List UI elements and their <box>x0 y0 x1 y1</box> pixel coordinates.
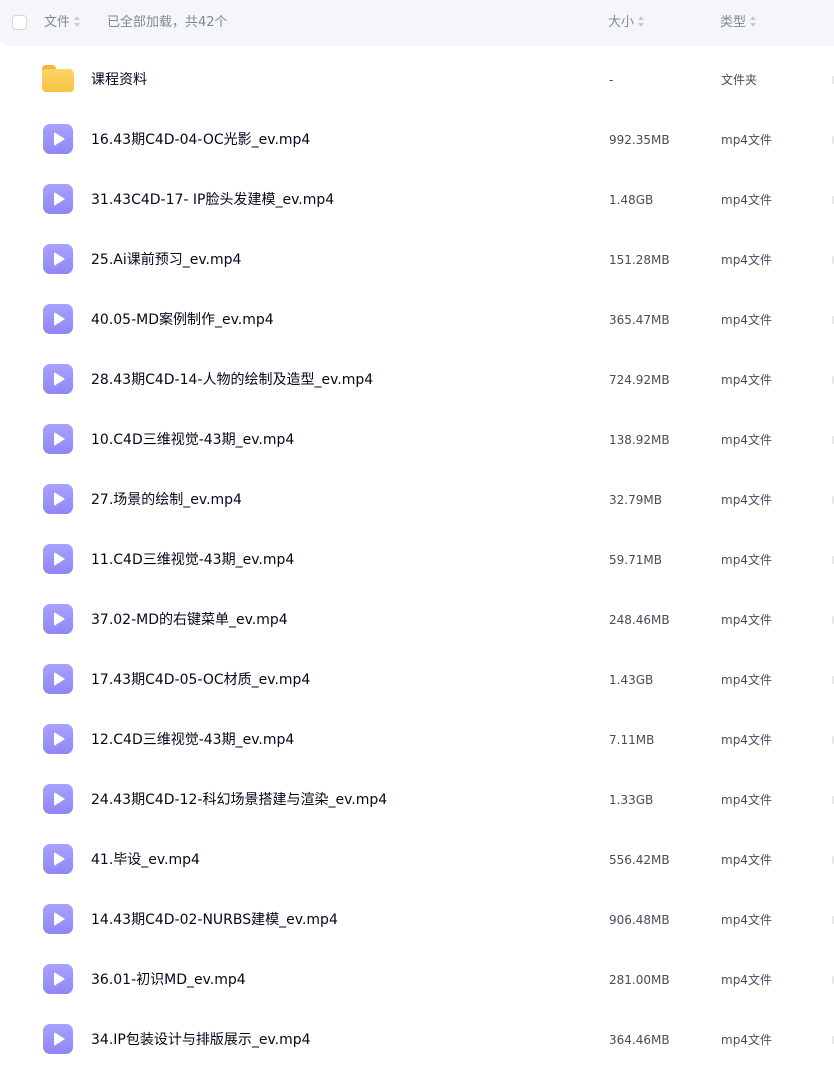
file-row[interactable]: 17.43期C4D-05-OC材质_ev.mp4 1.43GB mp4文件 <box>0 650 834 710</box>
file-type: mp4文件 <box>721 433 772 447</box>
file-size: - <box>609 73 614 87</box>
video-file-icon <box>43 544 73 574</box>
file-row[interactable]: 31.43C4D-17- IP脸头发建模_ev.mp4 1.48GB mp4文件 <box>0 170 834 230</box>
file-name[interactable]: 31.43C4D-17- IP脸头发建模_ev.mp4 <box>91 190 334 210</box>
file-type: mp4文件 <box>721 313 772 327</box>
file-name[interactable]: 11.C4D三维视觉-43期_ev.mp4 <box>91 550 294 570</box>
video-file-icon <box>43 724 73 754</box>
file-size: 32.79MB <box>609 493 662 507</box>
file-type: mp4文件 <box>721 613 772 627</box>
column-header-name[interactable]: 文件 <box>44 14 81 32</box>
file-name[interactable]: 课程资料 <box>91 70 147 90</box>
file-name[interactable]: 41.毕设_ev.mp4 <box>91 850 200 870</box>
file-row[interactable]: 27.场景的绘制_ev.mp4 32.79MB mp4文件 <box>0 470 834 530</box>
file-size: 1.33GB <box>609 793 654 807</box>
file-row[interactable]: 28.43期C4D-14-人物的绘制及造型_ev.mp4 724.92MB mp4文… <box>0 350 834 410</box>
file-type: mp4文件 <box>721 1033 772 1047</box>
file-row[interactable]: 41.毕设_ev.mp4 556.42MB mp4文件 <box>0 830 834 890</box>
video-file-icon <box>43 604 73 634</box>
sort-icon <box>750 16 757 27</box>
file-size: 248.46MB <box>609 613 670 627</box>
file-type: mp4文件 <box>721 733 772 747</box>
file-name[interactable]: 17.43期C4D-05-OC材质_ev.mp4 <box>91 670 310 690</box>
file-type: mp4文件 <box>721 133 772 147</box>
file-row[interactable]: 课程资料 - 文件夹 <box>0 50 834 110</box>
file-name[interactable]: 25.Ai课前预习_ev.mp4 <box>91 250 241 270</box>
file-type: mp4文件 <box>721 793 772 807</box>
video-file-icon <box>43 124 73 154</box>
file-name[interactable]: 24.43期C4D-12-科幻场景搭建与渲染_ev.mp4 <box>91 790 387 810</box>
file-type: mp4文件 <box>721 373 772 387</box>
file-size: 1.43GB <box>609 673 654 687</box>
file-name[interactable]: 34.IP包装设计与排版展示_ev.mp4 <box>91 1030 311 1050</box>
video-file-icon <box>43 904 73 934</box>
file-row[interactable]: 12.C4D三维视觉-43期_ev.mp4 7.11MB mp4文件 <box>0 710 834 770</box>
file-row[interactable]: 11.C4D三维视觉-43期_ev.mp4 59.71MB mp4文件 <box>0 530 834 590</box>
video-file-icon <box>43 784 73 814</box>
folder-body <box>42 69 74 92</box>
video-file-icon <box>43 364 73 394</box>
file-type: mp4文件 <box>721 853 772 867</box>
file-row[interactable]: 10.C4D三维视觉-43期_ev.mp4 138.92MB mp4文件 <box>0 410 834 470</box>
video-file-icon <box>43 184 73 214</box>
file-size: 364.46MB <box>609 1033 670 1047</box>
file-name[interactable]: 40.05-MD案例制作_ev.mp4 <box>91 310 274 330</box>
file-type: mp4文件 <box>721 973 772 987</box>
video-file-icon <box>43 304 73 334</box>
file-row[interactable]: 34.IP包装设计与排版展示_ev.mp4 364.46MB mp4文件 <box>0 1010 834 1070</box>
video-file-icon <box>43 424 73 454</box>
file-size: 7.11MB <box>609 733 655 747</box>
select-all-checkbox[interactable] <box>12 15 27 30</box>
column-header-type[interactable]: 类型 <box>720 14 757 32</box>
file-size: 365.47MB <box>609 313 670 327</box>
file-name[interactable]: 12.C4D三维视觉-43期_ev.mp4 <box>91 730 294 750</box>
file-list-header: 文件 已全部加载，共42个 大小 类型 <box>0 0 834 46</box>
load-status: 已全部加载，共42个 <box>107 15 228 30</box>
file-type: mp4文件 <box>721 493 772 507</box>
video-file-icon <box>43 244 73 274</box>
file-row[interactable]: 36.01-初识MD_ev.mp4 281.00MB mp4文件 <box>0 950 834 1010</box>
file-row[interactable]: 16.43期C4D-04-OC光影_ev.mp4 992.35MB mp4文件 <box>0 110 834 170</box>
file-name[interactable]: 16.43期C4D-04-OC光影_ev.mp4 <box>91 130 310 150</box>
file-type: mp4文件 <box>721 253 772 267</box>
video-file-icon <box>43 664 73 694</box>
file-type: 文件夹 <box>721 73 758 87</box>
folder-icon <box>42 65 74 92</box>
file-row[interactable]: 37.02-MD的右键菜单_ev.mp4 248.46MB mp4文件 <box>0 590 834 650</box>
file-list: 课程资料 - 文件夹 16.43期C4D-04-OC光影_ev.mp4 992.35MB… <box>0 50 834 1070</box>
file-row[interactable]: 25.Ai课前预习_ev.mp4 151.28MB mp4文件 <box>0 230 834 290</box>
file-row[interactable]: 14.43期C4D-02-NURBS建模_ev.mp4 906.48MB mp4文件 <box>0 890 834 950</box>
file-size: 1.48GB <box>609 193 654 207</box>
file-size: 906.48MB <box>609 913 670 927</box>
file-type: mp4文件 <box>721 913 772 927</box>
file-name[interactable]: 14.43期C4D-02-NURBS建模_ev.mp4 <box>91 910 338 930</box>
file-size: 281.00MB <box>609 973 670 987</box>
file-size: 59.71MB <box>609 553 662 567</box>
column-header-size[interactable]: 大小 <box>608 14 645 32</box>
file-type: mp4文件 <box>721 553 772 567</box>
video-file-icon <box>43 844 73 874</box>
file-size: 138.92MB <box>609 433 670 447</box>
file-row[interactable]: 40.05-MD案例制作_ev.mp4 365.47MB mp4文件 <box>0 290 834 350</box>
file-name[interactable]: 37.02-MD的右键菜单_ev.mp4 <box>91 610 288 630</box>
file-type: mp4文件 <box>721 673 772 687</box>
sort-icon <box>74 16 81 27</box>
video-file-icon <box>43 1024 73 1054</box>
file-name[interactable]: 36.01-初识MD_ev.mp4 <box>91 970 246 990</box>
file-size: 724.92MB <box>609 373 670 387</box>
file-name[interactable]: 28.43期C4D-14-人物的绘制及造型_ev.mp4 <box>91 370 373 390</box>
file-name[interactable]: 10.C4D三维视觉-43期_ev.mp4 <box>91 430 294 450</box>
file-size: 151.28MB <box>609 253 670 267</box>
file-type: mp4文件 <box>721 193 772 207</box>
file-row[interactable]: 24.43期C4D-12-科幻场景搭建与渲染_ev.mp4 1.33GB mp4文件 <box>0 770 834 830</box>
file-size: 992.35MB <box>609 133 670 147</box>
file-size: 556.42MB <box>609 853 670 867</box>
video-file-icon <box>43 484 73 514</box>
file-name[interactable]: 27.场景的绘制_ev.mp4 <box>91 490 242 510</box>
sort-icon <box>638 16 645 27</box>
video-file-icon <box>43 964 73 994</box>
